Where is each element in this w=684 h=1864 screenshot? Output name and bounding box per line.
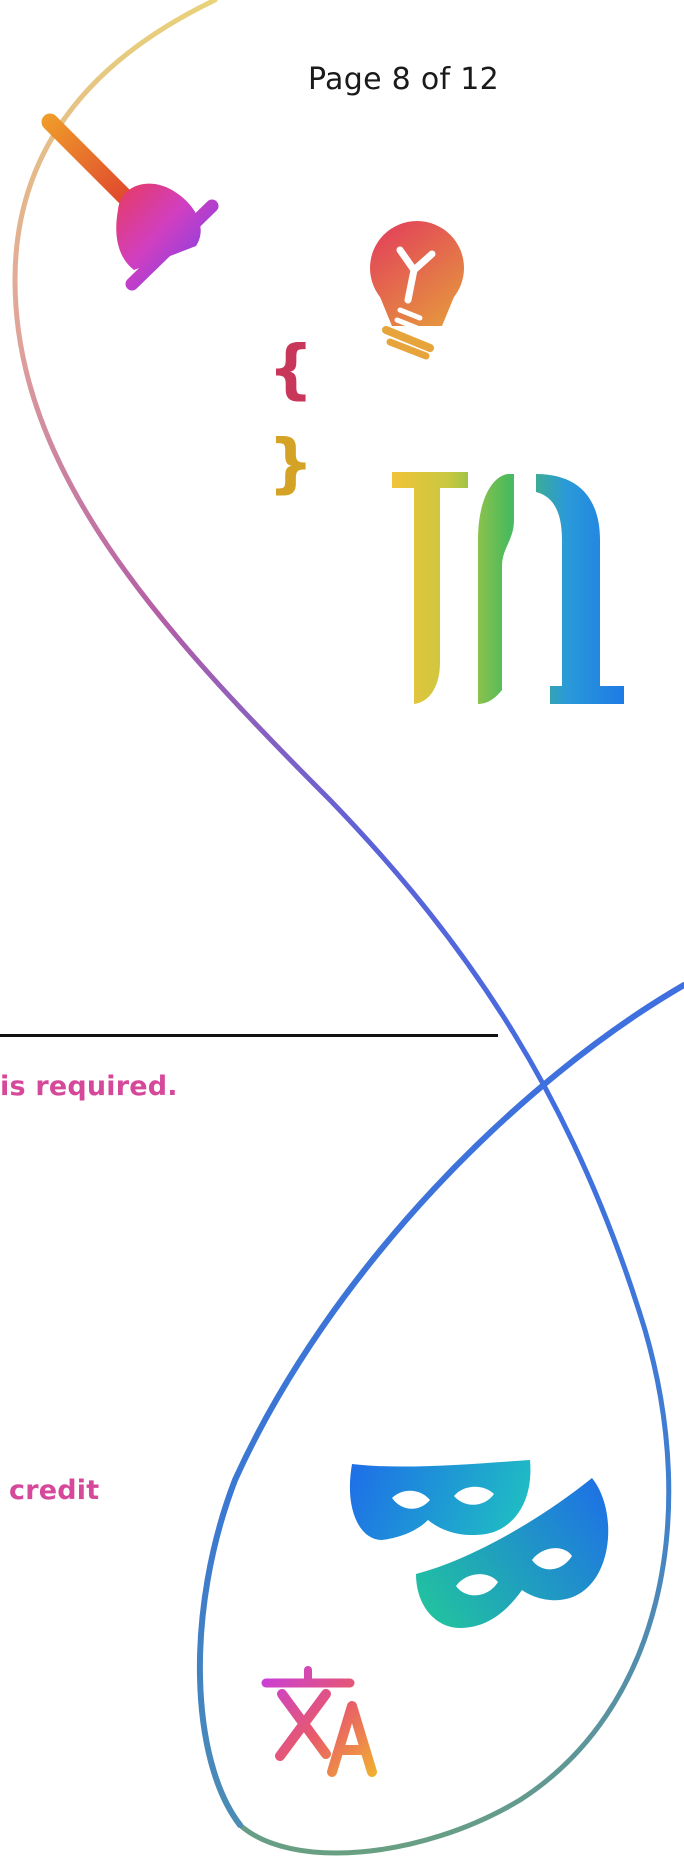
translate-icon bbox=[261, 1666, 377, 1777]
document-page: Page 8 of 12 {} is required. credit bbox=[0, 0, 684, 1864]
